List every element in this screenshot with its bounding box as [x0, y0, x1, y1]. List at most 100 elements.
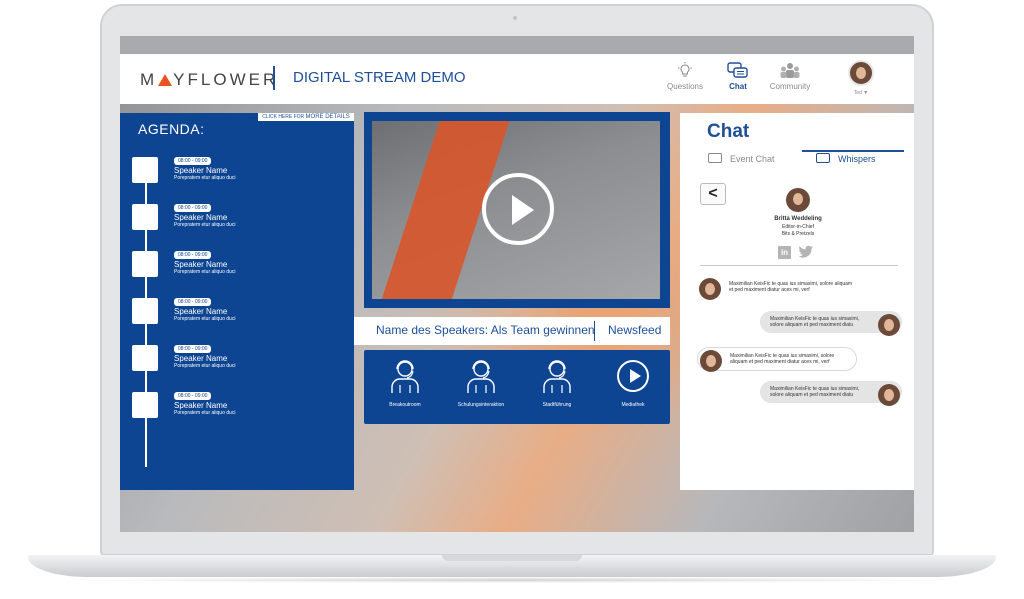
chat-panel: Chat Event Chat Whispers < Britta Weddel… [680, 113, 914, 490]
chat-bubbles-icon [708, 153, 722, 163]
agenda-item-thumbnail [132, 392, 158, 418]
agenda-item-speaker: Speaker Name [174, 401, 228, 410]
speaker-bar-separator [594, 321, 595, 341]
agenda-item-thumbnail [132, 251, 158, 277]
agenda-item-thumbnail [132, 157, 158, 183]
agenda-item-time: 08:00 - 09:00 [174, 157, 212, 165]
chat-bubbles-icon [816, 153, 830, 163]
agenda-item[interactable]: 08:00 - 09:00 Speaker Name Porepratem et… [132, 157, 352, 187]
avatar-face [706, 355, 716, 367]
mayflower-logo[interactable]: M YFLOWER [140, 70, 278, 90]
chat-title: Chat [707, 121, 750, 142]
tab-whispers-label: Whispers [838, 154, 876, 164]
agenda-item-desc: Porepratem etur aliquo duci [174, 269, 236, 275]
person-headset-icon [467, 360, 495, 393]
chat-message-outgoing: Maximilian KeisFic te quas ius simaximi,… [760, 381, 902, 406]
action-tiles: Breakoutroom Schulungsinteraktion Stadtf… [364, 350, 670, 424]
message-text: Maximilian KeisFic te quas ius simaximi,… [770, 386, 860, 398]
avatar-face [884, 389, 894, 401]
tile-mediathek[interactable]: Mediathek [598, 358, 668, 418]
video-frame[interactable] [372, 121, 660, 299]
agenda-item[interactable]: 08:00 - 09:00 Speaker Name Porepratem et… [132, 204, 352, 234]
details-link-text: MORE DETAILS [305, 114, 350, 120]
screen: M YFLOWER DIGITAL STREAM DEMO Questions C… [120, 36, 914, 532]
tab-whispers[interactable]: Whispers [816, 153, 876, 164]
agenda-item-speaker: Speaker Name [174, 354, 228, 363]
avatar-face [705, 283, 715, 295]
profile-company: Bits & Pretzels [781, 231, 815, 237]
message-avatar [699, 278, 721, 300]
more-details-link[interactable]: CLICK HERE FOR MORE DETAILS [258, 113, 354, 121]
active-tab-indicator [802, 150, 904, 152]
agenda-item[interactable]: 08:00 - 09:00 Speaker Name Porepratem et… [132, 345, 352, 375]
user-menu-label[interactable]: Ted ▼ [846, 90, 876, 96]
chat-icon [713, 62, 763, 82]
back-button[interactable]: < [700, 183, 726, 205]
tile-label: Breakoutroom [389, 402, 421, 408]
agenda-item-time: 08:00 - 09:00 [174, 392, 212, 400]
message-avatar [700, 350, 722, 372]
newsfeed-link[interactable]: Newsfeed [608, 323, 661, 337]
agenda-item-speaker: Speaker Name [174, 260, 228, 269]
agenda-item-desc: Porepratem etur aliquo duci [174, 222, 236, 228]
message-text: Maximilian KeisFic te quas ius simaximi,… [770, 316, 860, 328]
agenda-panel: CLICK HERE FOR MORE DETAILS AGENDA: 08:0… [120, 113, 354, 490]
agenda-item-speaker: Speaker Name [174, 166, 228, 175]
agenda-item-thumbnail [132, 345, 158, 371]
nav-questions[interactable]: Questions [660, 62, 710, 91]
agenda-item-thumbnail [132, 204, 158, 230]
tile-label: Stadtführung [542, 402, 572, 408]
message-avatar [878, 384, 900, 406]
linkedin-icon[interactable]: in [778, 246, 791, 259]
header-separator [273, 66, 275, 90]
agenda-item-desc: Porepratem etur aliquo duci [174, 316, 236, 322]
tab-event-chat[interactable]: Event Chat [708, 153, 775, 164]
message-avatar [878, 314, 900, 336]
agenda-item[interactable]: 08:00 - 09:00 Speaker Name Porepratem et… [132, 392, 352, 422]
tile-stadtfuehrung[interactable]: Stadtführung [522, 358, 592, 418]
lightbulb-icon [660, 62, 710, 82]
profile-role: Editor-in-Chief [782, 224, 814, 230]
play-circle-icon [617, 360, 649, 392]
person-headset-icon [391, 360, 419, 393]
person-headset-icon [543, 360, 571, 393]
tile-breakoutroom[interactable]: Breakoutroom [370, 358, 440, 418]
agenda-item-time: 08:00 - 09:00 [174, 204, 212, 212]
agenda-item-desc: Porepratem etur aliquo duci [174, 363, 236, 369]
chat-message-outgoing: Maximilian KeisFic te quas ius simaximi,… [760, 311, 902, 336]
play-button[interactable] [482, 173, 554, 245]
nav-community-label: Community [769, 82, 811, 91]
avatar-face [884, 319, 894, 331]
agenda-item[interactable]: 08:00 - 09:00 Speaker Name Porepratem et… [132, 298, 352, 328]
agenda-item-time: 08:00 - 09:00 [174, 345, 212, 353]
page-title: DIGITAL STREAM DEMO [293, 69, 466, 86]
app-header: M YFLOWER DIGITAL STREAM DEMO Questions C… [120, 54, 914, 104]
browser-top-band [120, 36, 914, 54]
speaker-bar: Name des Speakers: Als Team gewinnen New… [354, 317, 670, 345]
tab-event-chat-label: Event Chat [730, 154, 775, 164]
nav-chat[interactable]: Chat [713, 62, 763, 91]
speaker-session-title: Name des Speakers: Als Team gewinnen [376, 323, 595, 337]
agenda-title: AGENDA: [138, 121, 205, 137]
laptop-frame: M YFLOWER DIGITAL STREAM DEMO Questions C… [0, 0, 1024, 599]
webcam [513, 16, 517, 20]
profile-avatar-face [793, 193, 803, 205]
community-icon [765, 62, 815, 82]
message-text: Maximilian KeisFic te quas ius simaximi,… [729, 281, 853, 293]
user-avatar[interactable] [848, 60, 874, 86]
agenda-item[interactable]: 08:00 - 09:00 Speaker Name Porepratem et… [132, 251, 352, 281]
laptop-base-notch [442, 555, 582, 561]
agenda-item-time: 08:00 - 09:00 [174, 298, 212, 306]
details-prefix: CLICK HERE FOR [262, 114, 305, 120]
tile-label: Mediathek [621, 402, 645, 408]
tile-schulungsinteraktion[interactable]: Schulungsinteraktion [446, 358, 516, 418]
profile-name: Britta Weddeling [774, 216, 822, 222]
nav-community[interactable]: Community [765, 62, 815, 91]
chat-message-incoming: Maximilian KeisFic te quas ius simaximi,… [697, 276, 867, 300]
agenda-item-speaker: Speaker Name [174, 307, 228, 316]
tile-label: Schulungsinteraktion [457, 402, 505, 408]
laptop-shadow [60, 577, 964, 583]
twitter-icon[interactable] [798, 245, 814, 259]
chat-message-incoming: Maximilian KeisFic te quas ius simaximi,… [697, 347, 857, 372]
chat-divider [700, 265, 898, 266]
